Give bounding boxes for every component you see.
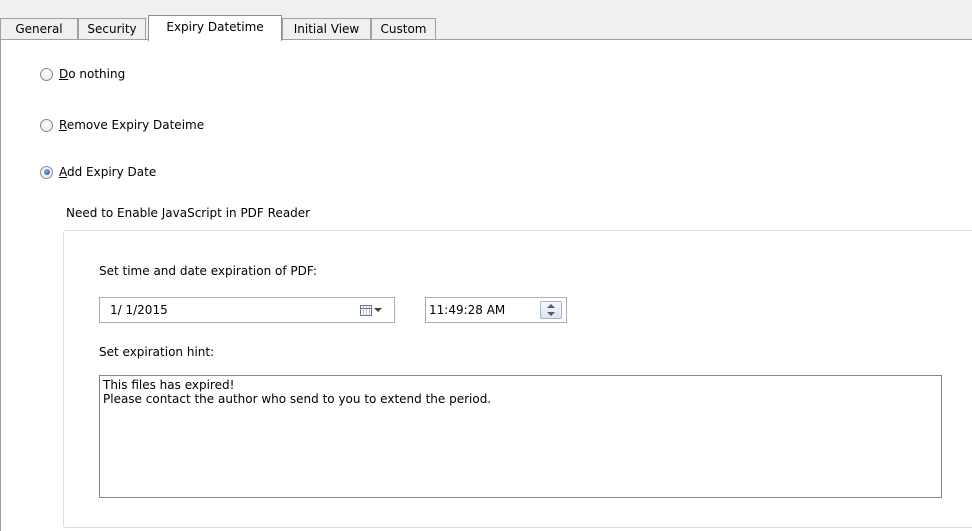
chevron-down-icon — [374, 308, 382, 312]
panel-border — [0, 40, 1, 531]
calendar-icon — [360, 304, 372, 316]
option-remove-expiry-label: Remove Expiry Dateime — [59, 118, 205, 132]
radio-do-nothing[interactable] — [40, 67, 53, 81]
tab-initial-view[interactable]: Initial View — [282, 18, 371, 39]
calendar-dropdown-button[interactable] — [360, 303, 386, 317]
set-expiration-label: Set time and date expiration of PDF: — [99, 264, 317, 278]
tab-expiry-datetime[interactable]: Expiry Datetime — [148, 15, 282, 41]
expiration-hint-textarea[interactable]: This files has expired! Please contact t… — [99, 375, 942, 498]
expiry-date-picker[interactable]: 1/ 1/2015 — [99, 297, 395, 323]
expiry-date-value[interactable]: 1/ 1/2015 — [110, 303, 168, 317]
set-hint-label: Set expiration hint: — [99, 345, 215, 359]
spin-up-icon[interactable] — [547, 304, 555, 308]
javascript-note: Need to Enable JavaScript in PDF Reader — [66, 206, 311, 220]
option-do-nothing[interactable]: Do nothing — [40, 65, 125, 83]
tab-security[interactable]: Security — [78, 18, 146, 39]
radio-add-expiry[interactable] — [40, 165, 53, 179]
option-remove-expiry[interactable]: Remove Expiry Dateime — [40, 116, 204, 134]
tab-divider — [0, 39, 972, 40]
tab-custom[interactable]: Custom — [371, 18, 436, 39]
option-do-nothing-label: Do nothing — [59, 67, 126, 81]
expiry-time-picker[interactable]: 11:49:28 AM — [425, 297, 567, 323]
option-add-expiry-label: Add Expiry Date — [59, 165, 157, 179]
option-add-expiry[interactable]: Add Expiry Date — [40, 163, 156, 181]
time-spinner[interactable] — [540, 301, 562, 319]
expiry-time-value[interactable]: 11:49:28 AM — [429, 303, 505, 317]
tab-general[interactable]: General — [0, 18, 78, 39]
spin-down-icon[interactable] — [547, 312, 555, 316]
radio-remove-expiry[interactable] — [40, 118, 53, 132]
